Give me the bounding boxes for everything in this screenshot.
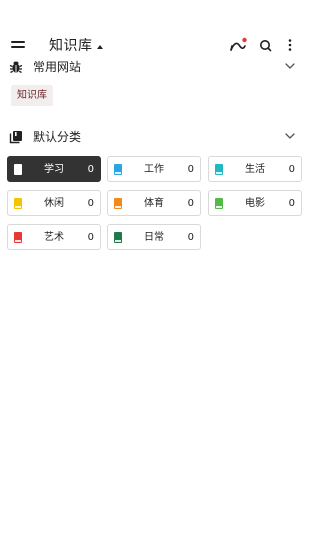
category-card[interactable]: 休闲 0 [7, 190, 101, 216]
top-app-bar: 知识库 [0, 0, 309, 56]
category-name: 艺术 [44, 232, 64, 243]
category-name: 电影 [245, 198, 265, 209]
favorite-site-tag[interactable]: 知识库 [11, 85, 53, 106]
category-name: 生活 [245, 164, 265, 175]
category-name: 日常 [144, 232, 164, 243]
category-card[interactable]: 学习 0 [7, 156, 101, 182]
category-count: 0 [187, 164, 194, 175]
category-count: 0 [87, 232, 94, 243]
more-vert-icon[interactable] [281, 37, 299, 53]
category-card[interactable]: 日常 0 [107, 224, 201, 250]
chevron-down-icon[interactable] [284, 131, 296, 141]
category-name: 休闲 [44, 198, 64, 209]
menu-icon[interactable] [11, 40, 25, 50]
notification-dot [242, 37, 247, 43]
category-card[interactable]: 艺术 0 [7, 224, 101, 250]
category-count: 0 [288, 198, 295, 209]
categories-section-header[interactable]: 默认分类 [0, 126, 309, 150]
category-card[interactable]: 体育 0 [107, 190, 201, 216]
category-card[interactable]: 工作 0 [107, 156, 201, 182]
title-dropdown[interactable]: 知识库 [49, 36, 103, 56]
category-name: 体育 [144, 198, 164, 209]
category-count: 0 [187, 198, 194, 209]
caret-up-icon [96, 45, 103, 49]
category-count: 0 [87, 164, 94, 175]
category-count: 0 [187, 232, 194, 243]
category-name: 工作 [144, 164, 164, 175]
category-name: 学习 [44, 164, 64, 175]
category-card[interactable]: 生活 0 [208, 156, 302, 182]
categories-section-title: 默认分类 [33, 130, 82, 144]
category-count: 0 [288, 164, 295, 175]
search-icon[interactable] [257, 37, 275, 53]
category-count: 0 [87, 198, 94, 209]
category-card[interactable]: 电影 0 [208, 190, 302, 216]
bug-icon [9, 61, 23, 74]
chevron-down-icon[interactable] [284, 61, 296, 71]
sync-icon[interactable] [229, 37, 247, 53]
library-icon [9, 131, 22, 144]
page-title: 知识库 [49, 38, 93, 54]
favorites-section-header[interactable]: 常用网站 [0, 56, 309, 80]
favorites-section-title: 常用网站 [33, 60, 82, 74]
